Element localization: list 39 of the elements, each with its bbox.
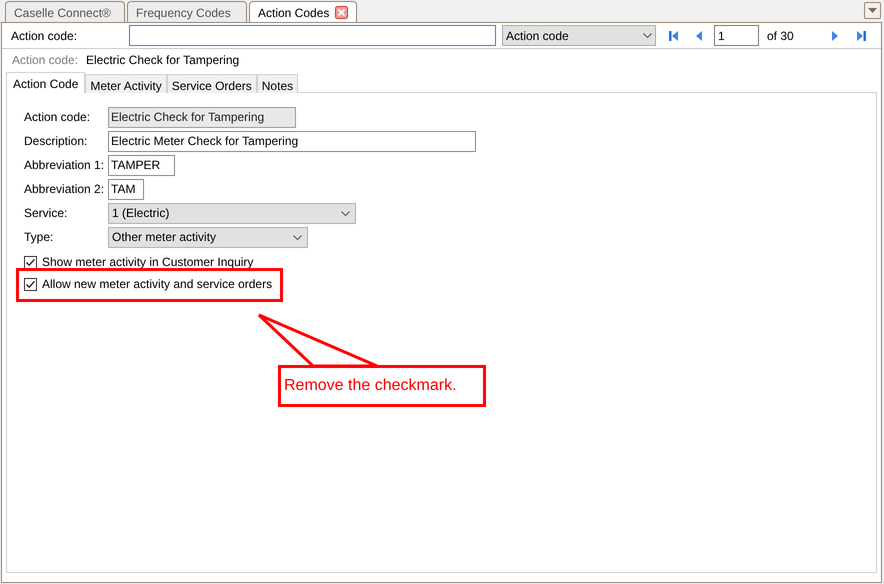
- chevron-icon: [643, 33, 652, 38]
- dropdown-button[interactable]: [864, 2, 881, 19]
- field-label: Abbreviation 2:: [24, 181, 106, 198]
- field-label: Action code:: [11, 28, 78, 44]
- close-icon[interactable]: [335, 6, 348, 19]
- document-tab[interactable]: Caselle Connect®: [5, 1, 125, 23]
- tab[interactable]: Service Orders: [166, 74, 257, 93]
- field-label: Action code:: [24, 109, 92, 126]
- tab[interactable]: Action Code: [6, 72, 86, 93]
- text-field[interactable]: TAM: [108, 178, 144, 200]
- record-value: Electric Check for Tampering: [86, 52, 240, 69]
- checkbox-label: Show meter activity in Customer Inquiry: [42, 254, 254, 271]
- search-by-dropdown[interactable]: Action code: [502, 25, 656, 46]
- tab[interactable]: Meter Activity: [85, 74, 167, 93]
- text-field[interactable]: Electric Check for Tampering: [108, 106, 296, 128]
- first-page-icon[interactable]: [668, 30, 680, 42]
- text-field[interactable]: TAMPER: [108, 154, 175, 176]
- field-label: Abbreviation 1:: [24, 157, 106, 174]
- text-field[interactable]: Electric Meter Check for Tampering: [108, 130, 476, 152]
- dropdown[interactable]: 1 (Electric): [108, 202, 356, 224]
- document-tab[interactable]: Frequency Codes: [127, 1, 247, 23]
- checkbox[interactable]: [24, 278, 37, 290]
- record-label: Action code:: [12, 52, 80, 69]
- field-label: Description:: [24, 133, 88, 150]
- tab[interactable]: Notes: [256, 74, 298, 93]
- chevron-icon: [341, 210, 350, 216]
- search-field[interactable]: [129, 25, 496, 46]
- callout-note: Remove the checkmark.: [278, 365, 486, 407]
- chevron-icon: [293, 234, 302, 240]
- field-label: Type:: [24, 229, 54, 246]
- field-label: Service:: [24, 205, 68, 222]
- document-tab[interactable]: Action Codes: [249, 1, 358, 23]
- dropdown[interactable]: Other meter activity: [108, 226, 308, 248]
- caret-icon: [868, 8, 877, 13]
- page-field[interactable]: 1: [714, 25, 759, 46]
- page-count: of 30: [767, 28, 795, 44]
- checkbox[interactable]: [24, 256, 37, 268]
- last-page-icon[interactable]: [855, 30, 867, 42]
- checkbox-label: Allow new meter activity and service orders: [42, 276, 272, 293]
